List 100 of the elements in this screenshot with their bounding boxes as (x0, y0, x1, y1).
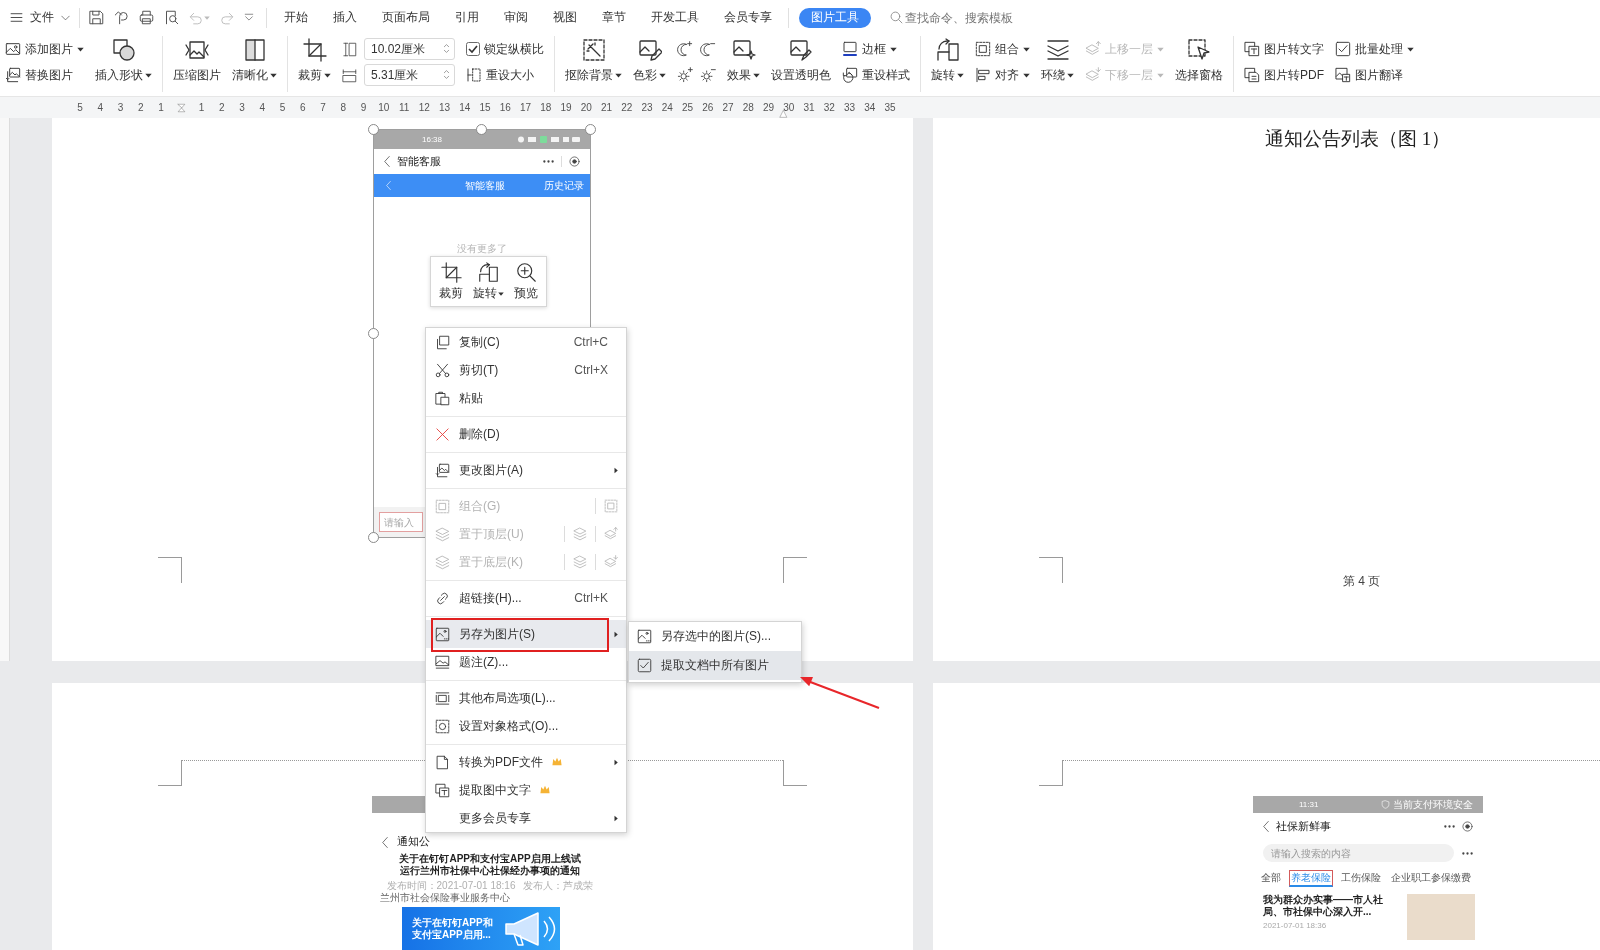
ribbon-button[interactable]: 裁剪 (298, 36, 331, 88)
status-time: 16:38 (422, 135, 443, 144)
ribbon-button[interactable]: 边框 (842, 36, 910, 62)
ribbon-button[interactable]: 环绕 (1041, 36, 1074, 88)
menu-tab[interactable]: 图片工具 (799, 7, 871, 28)
ribbon-button[interactable]: 替换图片 (5, 62, 84, 88)
menu-tab[interactable]: 会员专享 (711, 0, 784, 35)
ribbon-button[interactable]: 添加图片 (5, 36, 84, 62)
resize-handle[interactable] (368, 532, 379, 543)
resize-handle[interactable] (585, 124, 596, 135)
menu-tab[interactable]: 章节 (589, 0, 638, 35)
menu-item[interactable]: 提取文档中所有图片 (629, 651, 801, 680)
menu-item[interactable]: 粘贴 (426, 384, 626, 412)
ribbon-button[interactable]: 对齐 (975, 62, 1030, 88)
size-field[interactable]: 5.31厘米 (364, 64, 455, 86)
layers-up-icon (1085, 41, 1101, 57)
picture-dropper-icon (789, 38, 813, 62)
printer-icon[interactable] (139, 10, 154, 25)
brightness-minus-icon[interactable] (700, 67, 716, 83)
ribbon-button[interactable]: 抠除背景 (565, 36, 622, 88)
picture-icon (637, 629, 652, 644)
toolbar-button[interactable]: 旋转 (473, 262, 504, 301)
ribbon-button[interactable]: 选择窗格 (1175, 36, 1223, 88)
ribbon-button[interactable]: 效果 (727, 36, 760, 88)
ruler-number: 23 (640, 102, 654, 113)
menu-tab[interactable]: 开始 (271, 0, 320, 35)
ruler-number: 24 (660, 102, 674, 113)
brightness-plus-icon[interactable] (677, 67, 693, 83)
picture-pen-icon (637, 38, 662, 62)
spinner-arrows-icon[interactable] (443, 43, 450, 54)
ribbon-button[interactable]: 清晰化 (232, 36, 277, 88)
ribbon-button[interactable]: 重设样式 (842, 62, 910, 88)
category-label: 全部 (1260, 871, 1282, 885)
ribbon-button[interactable]: 组合 (975, 36, 1030, 62)
ruler-number: 5 (278, 102, 287, 113)
menu-tab[interactable]: 视图 (540, 0, 589, 35)
menu-item[interactable]: 另存为图片(S) (426, 620, 626, 648)
cursor-frame-icon (1187, 38, 1211, 62)
menu-item[interactable]: 提取图中文字 (426, 776, 626, 804)
checkbox[interactable] (466, 42, 480, 56)
ribbon-button[interactable]: 图片转PDF (1244, 62, 1324, 88)
toolbar-button[interactable]: 预览 (514, 262, 538, 301)
search-field[interactable]: 查找命令、搜索模板 (905, 10, 1035, 25)
ribbon-button[interactable]: 色彩 (633, 36, 666, 88)
header-title: 智能客服 (397, 154, 442, 169)
banner-text: 关于在钉钉APP和 (412, 917, 493, 929)
menu-item[interactable]: 复制(C) Ctrl+C (426, 328, 626, 356)
zoom-in-icon (515, 262, 537, 283)
tab-marker-icon[interactable] (779, 110, 788, 118)
customize-icon[interactable] (244, 12, 254, 23)
pictures-swap-icon (5, 67, 21, 83)
print-preview-icon[interactable] (164, 10, 179, 25)
spinner-arrows-icon[interactable] (443, 69, 450, 80)
menu-item[interactable]: 另存选中的图片(S)... (629, 622, 801, 651)
resize-handle[interactable] (368, 327, 379, 339)
menu-item[interactable]: 删除(D) (426, 420, 626, 448)
toolbar-button[interactable]: 裁剪 (439, 262, 463, 301)
menu-item[interactable]: 更多会员专享 (426, 804, 626, 832)
input-field[interactable]: 请输入 (379, 512, 423, 532)
menu-item[interactable]: 更改图片(A) (426, 456, 626, 484)
rotate-icon (935, 38, 960, 62)
ruler-number: 1 (157, 102, 165, 113)
ribbon-button[interactable]: 图片转文字 (1244, 36, 1324, 62)
ribbon-button[interactable]: 设置透明色 (771, 36, 831, 88)
redo-icon[interactable] (220, 10, 234, 25)
ruler-number: 12 (417, 102, 431, 113)
ruler-number: 16 (498, 102, 512, 113)
caret-icon[interactable] (204, 15, 210, 20)
menu-item[interactable]: 设置对象格式(O)... (426, 712, 626, 740)
checkbox-label[interactable]: 锁定纵横比 (484, 40, 544, 58)
status-time: 11:31 (1299, 800, 1319, 809)
undo-icon[interactable] (189, 10, 203, 25)
menu-item[interactable]: 其他布局选项(L)... (426, 684, 626, 712)
ribbon-button[interactable]: 压缩图片 (173, 36, 221, 88)
ribbon-button[interactable]: 批量处理 (1335, 36, 1414, 62)
ribbon-button[interactable]: 插入形状 (95, 36, 152, 88)
picture-caption-icon (434, 654, 450, 670)
resize-handle[interactable] (368, 124, 379, 135)
menu-tab[interactable]: 页面布局 (369, 0, 442, 35)
contrast-plus-icon[interactable] (677, 41, 693, 57)
menu-tab[interactable]: 审阅 (491, 0, 540, 35)
indent-marker-icon[interactable] (176, 101, 186, 114)
size-field[interactable]: 10.02厘米 (364, 38, 455, 60)
save-icon[interactable] (89, 10, 104, 25)
menu-item[interactable]: 超链接(H)... Ctrl+K (426, 584, 626, 612)
menu-tab[interactable]: 开发工具 (638, 0, 711, 35)
search-icon[interactable] (890, 11, 903, 24)
menu-tab[interactable]: 插入 (320, 0, 369, 35)
resize-handle[interactable] (476, 124, 487, 135)
search-field[interactable]: 请输入搜索的内容 (1263, 844, 1454, 862)
file-menu[interactable]: 文件 (10, 5, 70, 30)
check-square-icon (1335, 41, 1351, 57)
ribbon-button[interactable]: 旋转 (931, 36, 964, 88)
menu-item[interactable]: 题注(Z)... (426, 648, 626, 676)
contrast-minus-icon[interactable] (700, 41, 716, 57)
menu-tab[interactable]: 引用 (442, 0, 491, 35)
ribbon-button[interactable]: 图片翻译 (1335, 62, 1414, 88)
menu-item[interactable]: 剪切(T) Ctrl+X (426, 356, 626, 384)
menu-item[interactable]: 转换为PDF文件 (426, 748, 626, 776)
ribbon-button[interactable]: 重设大小 (466, 62, 544, 88)
